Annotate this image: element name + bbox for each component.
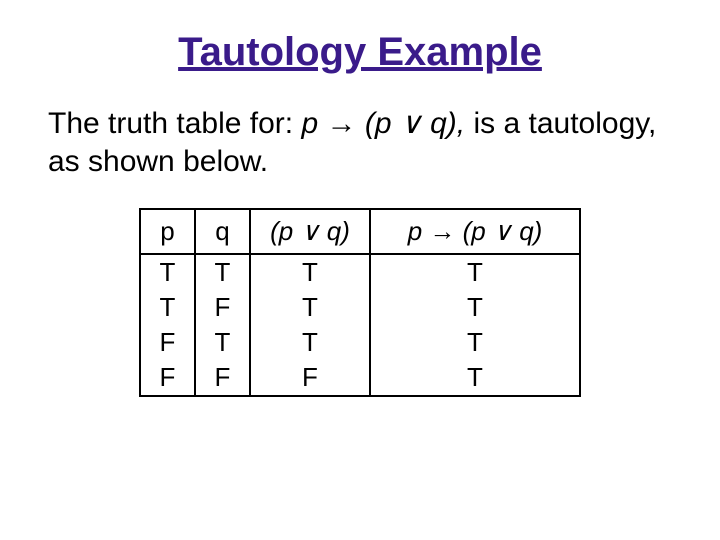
truth-table: p q (p ∨ q) p → (p ∨ q) T T T T T F T T (139, 208, 581, 397)
cell-imp: T (370, 325, 580, 360)
table-header-row: p q (p ∨ q) p → (p ∨ q) (140, 209, 580, 254)
cell-q: T (195, 325, 250, 360)
cell-p: F (140, 325, 195, 360)
cell-pvq: T (250, 290, 370, 325)
desc-expr: p → (p ∨ q), (301, 107, 465, 140)
cell-imp: T (370, 254, 580, 290)
cell-p: T (140, 254, 195, 290)
cell-p: F (140, 360, 195, 396)
table-row: T T T T (140, 254, 580, 290)
cell-imp: T (370, 290, 580, 325)
cell-q: F (195, 360, 250, 396)
col-header-pvq: (p ∨ q) (250, 209, 370, 254)
col-header-imp: p → (p ∨ q) (370, 209, 580, 254)
cell-pvq: T (250, 254, 370, 290)
col-header-p: p (140, 209, 195, 254)
description: The truth table for: p → (p ∨ q), is a t… (48, 105, 680, 180)
cell-pvq: F (250, 360, 370, 396)
cell-q: T (195, 254, 250, 290)
col-header-q: q (195, 209, 250, 254)
table-row: F T T T (140, 325, 580, 360)
cell-imp: T (370, 360, 580, 396)
page-title: Tautology Example (40, 30, 680, 75)
slide: Tautology Example The truth table for: p… (0, 0, 720, 540)
cell-q: F (195, 290, 250, 325)
table-row: T F T T (140, 290, 580, 325)
truth-table-container: p q (p ∨ q) p → (p ∨ q) T T T T T F T T (40, 208, 680, 397)
cell-p: T (140, 290, 195, 325)
desc-pre: The truth table for: (48, 107, 301, 140)
cell-pvq: T (250, 325, 370, 360)
table-row: F F F T (140, 360, 580, 396)
